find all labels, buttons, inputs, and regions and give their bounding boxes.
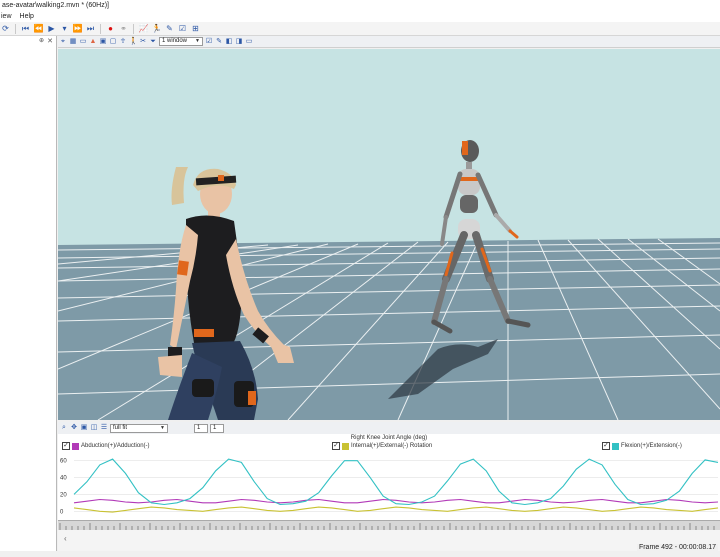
legend-rotation[interactable]: ✓ Internal(+)/External(-) Rotation bbox=[332, 442, 432, 450]
y-tick-label: 0 bbox=[60, 509, 64, 515]
pin-icon[interactable]: ⊕ bbox=[39, 37, 44, 44]
legend-checkbox-abduction[interactable]: ✓ bbox=[62, 442, 70, 450]
pan-icon[interactable]: ✥ bbox=[70, 424, 78, 432]
legend-swatch-flexion bbox=[612, 442, 619, 450]
legend-swatch-rotation bbox=[342, 442, 349, 450]
play-dropdown-icon[interactable]: ▾ bbox=[59, 23, 70, 34]
checkbox-icon[interactable]: ☑ bbox=[205, 38, 213, 46]
skip-to-end-icon[interactable]: ⏭ bbox=[85, 23, 96, 34]
walk-icon[interactable]: 🚶 bbox=[129, 38, 138, 46]
timeline-ruler[interactable] bbox=[58, 520, 720, 531]
legend-flexion[interactable]: ✓ Flexion(+)/Extension(-) bbox=[602, 442, 682, 450]
skeleton-icon[interactable]: ☥ bbox=[119, 38, 127, 46]
checklist-icon[interactable]: ☑ bbox=[177, 23, 188, 34]
range-end-value: 1 bbox=[213, 424, 217, 431]
graph-plot: 60 40 20 0 bbox=[60, 458, 719, 516]
3d-scene bbox=[58, 49, 720, 420]
range-end-field[interactable]: 1 bbox=[210, 423, 224, 433]
step-back-icon[interactable]: ⏪ bbox=[33, 23, 44, 34]
skip-to-start-icon[interactable]: ⏮ bbox=[20, 23, 31, 34]
toolbar-separator bbox=[133, 23, 134, 34]
avatar-icon[interactable]: 🏃 bbox=[151, 23, 162, 34]
play-icon[interactable]: ▶ bbox=[46, 23, 57, 34]
chevron-down-icon: ▼ bbox=[160, 424, 165, 431]
view-select-value: 1 window bbox=[162, 38, 188, 44]
chart-icon[interactable]: 📈 bbox=[138, 23, 149, 34]
toolbar-separator bbox=[100, 23, 101, 34]
filter-icon[interactable]: ⏷ bbox=[149, 38, 157, 46]
fit-select-value: full fit bbox=[113, 424, 128, 431]
menu-item-view[interactable]: iew bbox=[1, 12, 12, 22]
grid-toggle-icon[interactable]: ▦ bbox=[69, 38, 77, 46]
y-tick-labels: 60 40 20 0 bbox=[60, 459, 67, 516]
menu-bar: iew Help bbox=[0, 12, 720, 22]
y-tick-label: 60 bbox=[60, 459, 67, 465]
menu-item-help[interactable]: Help bbox=[20, 12, 34, 22]
y-tick-label: 40 bbox=[60, 476, 67, 482]
joint-angle-graph[interactable]: Right Knee Joint Angle (deg) ✓ Abduction… bbox=[58, 434, 720, 520]
status-bar bbox=[0, 551, 720, 557]
fit-select[interactable]: full fit ▼ bbox=[110, 423, 168, 433]
chevron-down-icon: ▼ bbox=[195, 38, 200, 44]
screen-icon[interactable]: ▭ bbox=[245, 38, 253, 46]
legend-checkbox-flexion[interactable]: ✓ bbox=[602, 442, 610, 450]
pen-icon[interactable]: ✎ bbox=[215, 38, 223, 46]
view-select[interactable]: 1 window ▼ bbox=[159, 37, 203, 46]
legend-checkbox-rotation[interactable]: ✓ bbox=[332, 442, 340, 450]
graph-view-icon[interactable]: ◫ bbox=[90, 424, 98, 432]
viewport-toolbar: ⌖ ▦ ▭ ▲ ▣ ▢ ☥ 🚶 ✂ ⏷ 1 window ▼ ☑ ✎ ◧ ◨ ▭ bbox=[58, 36, 720, 48]
range-start-value: 1 bbox=[197, 424, 201, 431]
left-panel: ⊕ ✕ bbox=[0, 36, 57, 551]
y-tick-label: 20 bbox=[60, 492, 67, 498]
floor-plane bbox=[58, 238, 720, 420]
frame-status: Frame 492 - 00:00:08.17 bbox=[636, 544, 718, 551]
legend-swatch-abduction bbox=[72, 442, 79, 450]
step-forward-icon[interactable]: ⏩ bbox=[72, 23, 83, 34]
legend-label-abduction: Abduction(+)/Adduction(-) bbox=[81, 443, 150, 449]
horizontal-scrollbar[interactable]: ‹ bbox=[58, 530, 720, 551]
grid-icon[interactable]: ⊞ bbox=[190, 23, 201, 34]
window-title: ase-avatar\walking2.mvn * (60Hz)] bbox=[0, 0, 720, 12]
3d-viewport[interactable] bbox=[58, 49, 720, 420]
close-icon[interactable]: ✕ bbox=[47, 37, 53, 45]
camera-b-icon[interactable]: ◨ bbox=[235, 38, 243, 46]
legend-abduction[interactable]: ✓ Abduction(+)/Adduction(-) bbox=[62, 442, 150, 450]
app-window: ase-avatar\walking2.mvn * (60Hz)] iew He… bbox=[0, 0, 720, 557]
graph-toolbar: ⌕ ✥ ▣ ◫ ☰ full fit ▼ 1 1 bbox=[58, 422, 720, 434]
floor-icon[interactable]: ▭ bbox=[79, 38, 87, 46]
warning-icon[interactable]: ▲ bbox=[89, 38, 97, 46]
edit-icon[interactable]: ✎ bbox=[164, 23, 175, 34]
camera-a-icon[interactable]: ◧ bbox=[225, 38, 233, 46]
sky-background bbox=[58, 49, 720, 245]
main-toolbar: ⟳ ⏮ ⏪ ▶ ▾ ⏩ ⏭ ● ⚭ 📈 🏃 ✎ ☑ ⊞ bbox=[0, 22, 720, 36]
series-line-3 bbox=[73, 458, 719, 506]
range-start-field[interactable]: 1 bbox=[194, 423, 208, 433]
legend-label-flexion: Flexion(+)/Extension(-) bbox=[621, 443, 682, 449]
graph-select-icon[interactable]: ▣ bbox=[80, 424, 88, 432]
link-icon[interactable]: ⚭ bbox=[118, 23, 129, 34]
frame-icon[interactable]: ▢ bbox=[109, 38, 117, 46]
record-icon[interactable]: ● bbox=[105, 23, 116, 34]
toolbar-separator bbox=[15, 23, 16, 34]
graph-lines bbox=[73, 458, 719, 513]
refresh-icon[interactable]: ⟳ bbox=[0, 23, 11, 34]
tool-icon[interactable]: ✂ bbox=[139, 38, 147, 46]
image-icon[interactable]: ▣ bbox=[99, 38, 107, 46]
camera-icon[interactable]: ⌖ bbox=[59, 38, 67, 46]
graph-title: Right Knee Joint Angle (deg) bbox=[350, 435, 428, 441]
graph-list-icon[interactable]: ☰ bbox=[100, 424, 108, 432]
series-line-1 bbox=[73, 498, 719, 504]
legend-label-rotation: Internal(+)/External(-) Rotation bbox=[351, 443, 433, 449]
scroll-left-icon[interactable]: ‹ bbox=[64, 534, 67, 543]
zoom-icon[interactable]: ⌕ bbox=[60, 424, 68, 432]
